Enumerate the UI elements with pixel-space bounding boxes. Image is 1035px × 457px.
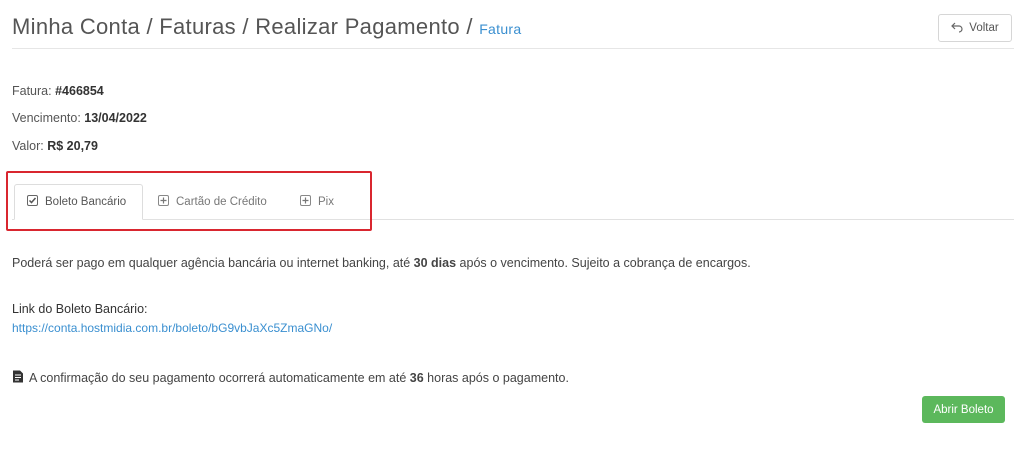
note-text-end: horas após o pagamento.	[423, 371, 569, 385]
invoice-number: Fatura: #466854	[12, 84, 104, 98]
breadcrumb-current-link[interactable]: Fatura	[479, 21, 521, 37]
invoice-amount-label: Valor:	[12, 139, 44, 153]
note-hours: 36	[409, 371, 424, 385]
invoice-due-value: 13/04/2022	[84, 111, 147, 125]
description-text: Poderá ser pago em qualquer agência banc…	[12, 256, 414, 270]
breadcrumb: Minha Conta / Faturas / Realizar Pagamen…	[12, 14, 473, 39]
invoice-due-date: Vencimento: 13/04/2022	[12, 111, 147, 125]
note-text: A confirmação do seu pagamento ocorrerá …	[29, 371, 410, 385]
back-button-label: Voltar	[969, 22, 999, 34]
page-title: Minha Conta / Faturas / Realizar Pagamen…	[12, 14, 521, 40]
invoice-amount: Valor: R$ 20,79	[12, 139, 98, 153]
tabs-highlight-box	[6, 171, 372, 231]
description-text-end: após o vencimento. Sujeito a cobrança de…	[456, 256, 751, 270]
document-icon	[12, 370, 24, 386]
open-boleto-button[interactable]: Abrir Boleto	[922, 396, 1005, 423]
confirmation-note: A confirmação do seu pagamento ocorrerá …	[12, 370, 569, 386]
boleto-link[interactable]: https://conta.hostmidia.com.br/boleto/bG…	[12, 321, 332, 335]
payment-description: Poderá ser pago em qualquer agência banc…	[12, 256, 751, 270]
undo-arrow-icon	[951, 21, 963, 36]
invoice-due-label: Vencimento:	[12, 111, 81, 125]
invoice-amount-value: R$ 20,79	[47, 139, 98, 153]
invoice-number-value: #466854	[55, 84, 104, 98]
description-days: 30 dias	[413, 256, 457, 270]
back-button[interactable]: Voltar	[938, 14, 1012, 42]
invoice-number-label: Fatura:	[12, 84, 52, 98]
header-divider	[12, 48, 1014, 49]
boleto-link-label: Link do Boleto Bancário:	[12, 302, 148, 316]
